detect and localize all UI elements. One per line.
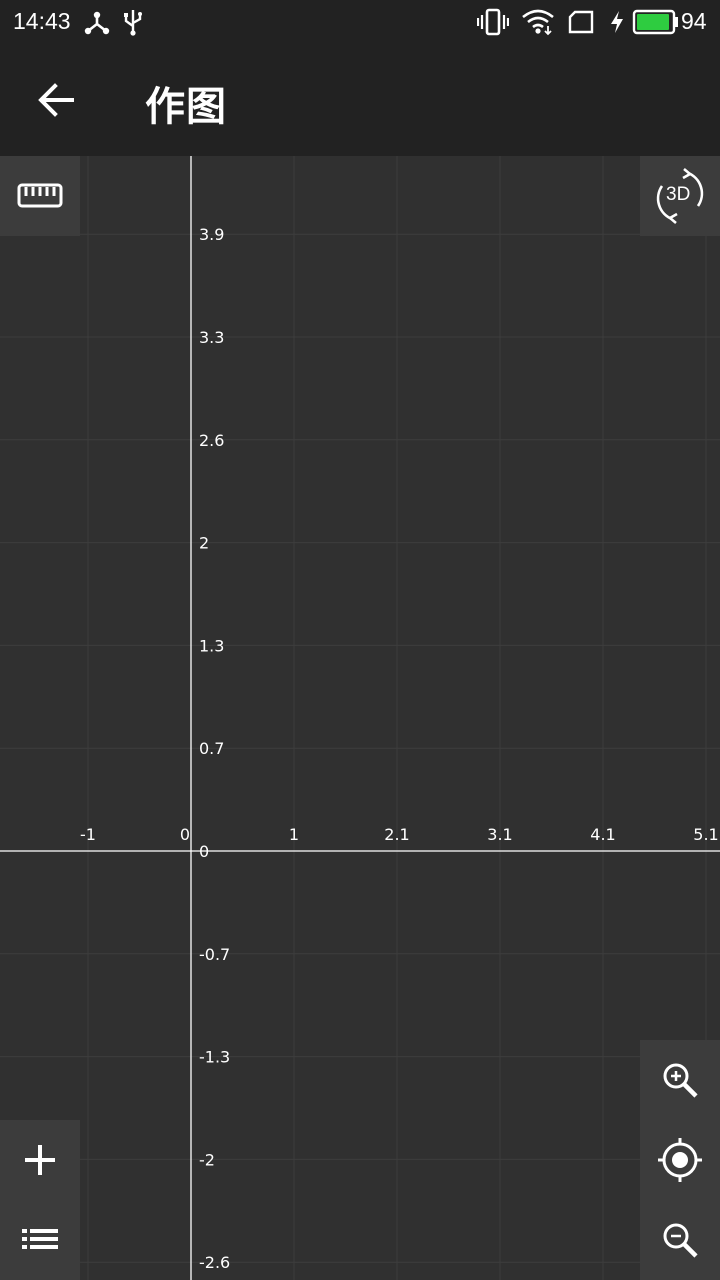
- page-title: 作图: [145, 84, 227, 130]
- zoom-in-button[interactable]: [640, 1040, 720, 1120]
- app-bar: 作图: [0, 44, 720, 156]
- zoom-in-icon: [663, 1063, 698, 1098]
- y-tick-label: 1.3: [199, 636, 224, 655]
- arrow-left-icon: [38, 83, 74, 117]
- y-tick-label: -0.7: [199, 945, 230, 964]
- back-button[interactable]: [28, 72, 84, 128]
- x-tick-label: 0: [180, 825, 190, 844]
- y-tick-label: 3.3: [199, 328, 224, 347]
- x-tick-label: 1: [289, 825, 299, 844]
- x-tick-label: 5.1: [693, 825, 718, 844]
- x-tick-label: 3.1: [487, 825, 512, 844]
- y-tick-label: 3.9: [199, 225, 224, 244]
- y-tick-label: -2.6: [199, 1253, 230, 1272]
- graph-canvas[interactable]: -1 0 1 2.1 3.1 4.1 5.1 3.9 3.3 2.6 2 1.3 0.7 0 -0.7 -1.…: [0, 156, 720, 1280]
- vibrate-icon: [477, 8, 509, 36]
- y-tick-label: -1.3: [199, 1048, 230, 1067]
- y-tick-label: 2: [199, 534, 209, 553]
- wifi-icon: [522, 9, 554, 36]
- plus-icon: [25, 1145, 55, 1175]
- list-icon: [22, 1229, 58, 1249]
- graph-svg: -1 0 1 2.1 3.1 4.1 5.1 3.9 3.3 2.6 2 1.3 0.7 0 -0.7 -1.…: [0, 156, 720, 1280]
- view-panel: [640, 1040, 720, 1280]
- y-tick-label: 2.6: [199, 431, 224, 450]
- x-tick-label: -1: [80, 825, 96, 844]
- battery-percent: 94: [681, 8, 707, 34]
- y-tick-label: -2: [199, 1150, 215, 1169]
- ruler-icon: [17, 183, 63, 208]
- rotate-3d-button[interactable]: 3D: [640, 156, 720, 236]
- zoom-out-button[interactable]: [640, 1200, 720, 1280]
- ruler-button[interactable]: [0, 156, 80, 236]
- y-tick-label: 0.7: [199, 739, 224, 758]
- rotate-3d-label: 3D: [666, 184, 691, 205]
- nodes-icon: [84, 11, 110, 35]
- charging-icon: [611, 11, 623, 33]
- locate-button[interactable]: [640, 1120, 720, 1200]
- x-tick-label: 4.1: [590, 825, 615, 844]
- zoom-out-icon: [663, 1223, 698, 1258]
- sim-icon: [568, 10, 594, 34]
- crosshair-icon: [658, 1138, 702, 1182]
- function-panel: [0, 1120, 80, 1280]
- usb-icon: [124, 10, 142, 36]
- y-tick-label: 0: [199, 842, 209, 861]
- x-tick-label: 2.1: [384, 825, 409, 844]
- battery-icon: [632, 9, 678, 35]
- add-function-button[interactable]: [0, 1120, 80, 1200]
- status-time: 14:43: [13, 8, 71, 34]
- status-bar: 14:43 94: [0, 0, 720, 44]
- function-list-button[interactable]: [0, 1200, 80, 1280]
